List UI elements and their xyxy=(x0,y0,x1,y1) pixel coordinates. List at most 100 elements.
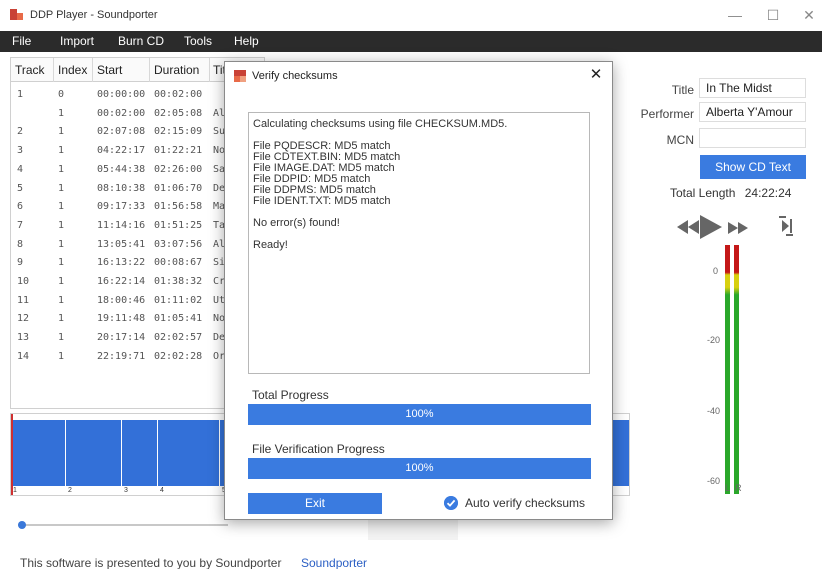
index-cell: 1 xyxy=(58,201,65,213)
maximize-button[interactable]: ☐ xyxy=(763,6,783,24)
duration-cell: 02:02:57 xyxy=(154,332,203,344)
index-cell: 1 xyxy=(58,145,65,157)
track-number-cell: 4 xyxy=(17,163,24,175)
log-line: No error(s) found! xyxy=(253,217,340,229)
total-progress-label: Total Progress xyxy=(252,388,329,402)
start-cell: 08:10:38 xyxy=(97,182,146,194)
show-cd-text-button[interactable]: Show CD Text xyxy=(700,155,806,179)
total-length: Total Length 24:22:24 xyxy=(670,186,791,200)
checksum-log[interactable]: Calculating checksums using file CHECKSU… xyxy=(248,112,590,374)
index-cell: 1 xyxy=(58,257,65,269)
play-icon[interactable] xyxy=(700,215,722,239)
menu-bar: File Import Burn CD Tools Help xyxy=(0,31,822,52)
title-bar: DDP Player - Soundporter — ☐ ✕ xyxy=(0,0,822,31)
start-cell: 16:22:14 xyxy=(97,276,146,287)
file-progress-text: 100% xyxy=(405,462,434,474)
track-marker[interactable] xyxy=(65,414,66,495)
duration-cell: 03:07:56 xyxy=(154,238,203,250)
index-cell: 1 xyxy=(58,219,65,231)
minimize-button[interactable]: — xyxy=(725,6,745,24)
dialog-close-button[interactable]: ✕ xyxy=(587,66,605,84)
mcn-field[interactable] xyxy=(699,128,806,148)
vu-scale-label: -40 xyxy=(707,406,721,416)
track-number-cell: 8 xyxy=(17,238,24,250)
dialog-title-bar[interactable]: Verify checksums ✕ xyxy=(225,62,612,90)
track-number-cell: 9 xyxy=(17,257,24,269)
auto-verify-label: Auto verify checksums xyxy=(465,496,586,510)
track-number-cell: 1 xyxy=(17,89,24,100)
duration-cell: 01:05:41 xyxy=(154,313,203,325)
vu-scale-label: -60 xyxy=(707,476,721,486)
fast-forward-icon[interactable] xyxy=(728,222,748,234)
checkmark-icon[interactable] xyxy=(444,496,458,510)
position-slider-knob[interactable] xyxy=(18,521,26,529)
time-display xyxy=(368,520,458,540)
log-line: Calculating checksums using file CHECKSU… xyxy=(253,118,508,130)
file-progress-bar: 100% xyxy=(248,458,591,479)
track-number-cell: 2 xyxy=(17,126,24,138)
menu-import[interactable]: Import xyxy=(60,34,94,48)
track-marker-label: 4 xyxy=(160,487,164,494)
track-marker-label: 2 xyxy=(68,487,72,494)
window-title: DDP Player - Soundporter xyxy=(30,9,158,21)
column-header-duration[interactable]: Duration xyxy=(154,63,199,77)
exit-button[interactable]: Exit xyxy=(248,493,382,514)
start-cell: 04:22:17 xyxy=(97,145,146,157)
footer-link[interactable]: Soundporter xyxy=(301,556,367,569)
duration-cell: 02:05:08 xyxy=(154,107,203,119)
start-cell: 16:13:22 xyxy=(97,257,146,269)
title-field[interactable]: In The Midst xyxy=(699,78,806,98)
menu-file[interactable]: File xyxy=(12,34,31,48)
index-cell: 1 xyxy=(58,163,65,175)
rewind-icon[interactable] xyxy=(677,220,699,234)
start-cell: 02:07:08 xyxy=(97,126,146,138)
index-cell: 1 xyxy=(58,182,65,194)
duration-cell: 02:26:00 xyxy=(154,163,203,175)
index-cell: 0 xyxy=(58,89,65,100)
vu-bar-right xyxy=(734,245,739,494)
dialog-title: Verify checksums xyxy=(252,70,338,82)
start-cell: 20:17:14 xyxy=(97,332,146,344)
index-cell: 1 xyxy=(58,276,65,287)
performer-label: Performer xyxy=(640,107,694,121)
verify-checksums-dialog: Verify checksums ✕ Calculating checksums… xyxy=(224,61,613,520)
duration-cell: 00:02:00 xyxy=(154,89,203,100)
duration-cell: 01:38:32 xyxy=(154,276,203,287)
menu-tools[interactable]: Tools xyxy=(184,34,212,48)
dialog-app-icon xyxy=(234,70,246,82)
start-cell: 18:00:46 xyxy=(97,294,146,306)
menu-burn-cd[interactable]: Burn CD xyxy=(118,34,164,48)
track-marker[interactable] xyxy=(157,414,158,495)
track-marker-label: 3 xyxy=(124,487,128,494)
column-header-track[interactable]: Track xyxy=(15,63,45,77)
column-header-start[interactable]: Start xyxy=(97,63,122,77)
app-window: DDP Player - Soundporter — ☐ ✕ File Impo… xyxy=(0,0,822,569)
performer-field[interactable]: Alberta Y'Amour xyxy=(699,102,806,122)
log-line: Ready! xyxy=(253,239,288,251)
total-length-label: Total Length xyxy=(670,186,736,200)
track-marker[interactable] xyxy=(219,414,220,495)
duration-cell: 00:08:67 xyxy=(154,257,203,269)
file-progress-label: File Verification Progress xyxy=(252,442,385,456)
vu-meter xyxy=(725,245,741,494)
menu-help[interactable]: Help xyxy=(234,34,259,48)
vu-left-label: L xyxy=(725,483,731,493)
skip-to-end-icon[interactable] xyxy=(776,215,796,237)
close-window-button[interactable]: ✕ xyxy=(799,6,819,24)
vu-bar-left xyxy=(725,245,730,494)
duration-cell: 01:06:70 xyxy=(154,182,203,194)
track-number-cell: 5 xyxy=(17,182,24,194)
duration-cell: 01:56:58 xyxy=(154,201,203,213)
vu-scale-label: 0 xyxy=(713,266,719,276)
start-cell: 00:00:00 xyxy=(97,89,146,100)
app-logo-icon xyxy=(10,9,23,20)
column-header-index[interactable]: Index xyxy=(58,63,87,77)
track-marker[interactable] xyxy=(121,414,122,495)
start-cell: 22:19:71 xyxy=(97,350,146,362)
start-cell: 09:17:33 xyxy=(97,201,146,213)
track-marker-label: 1 xyxy=(13,487,17,494)
track-number-cell: 13 xyxy=(17,332,30,344)
start-cell: 11:14:16 xyxy=(97,219,146,231)
vu-right-label: R xyxy=(735,483,742,493)
position-slider[interactable] xyxy=(18,521,228,529)
